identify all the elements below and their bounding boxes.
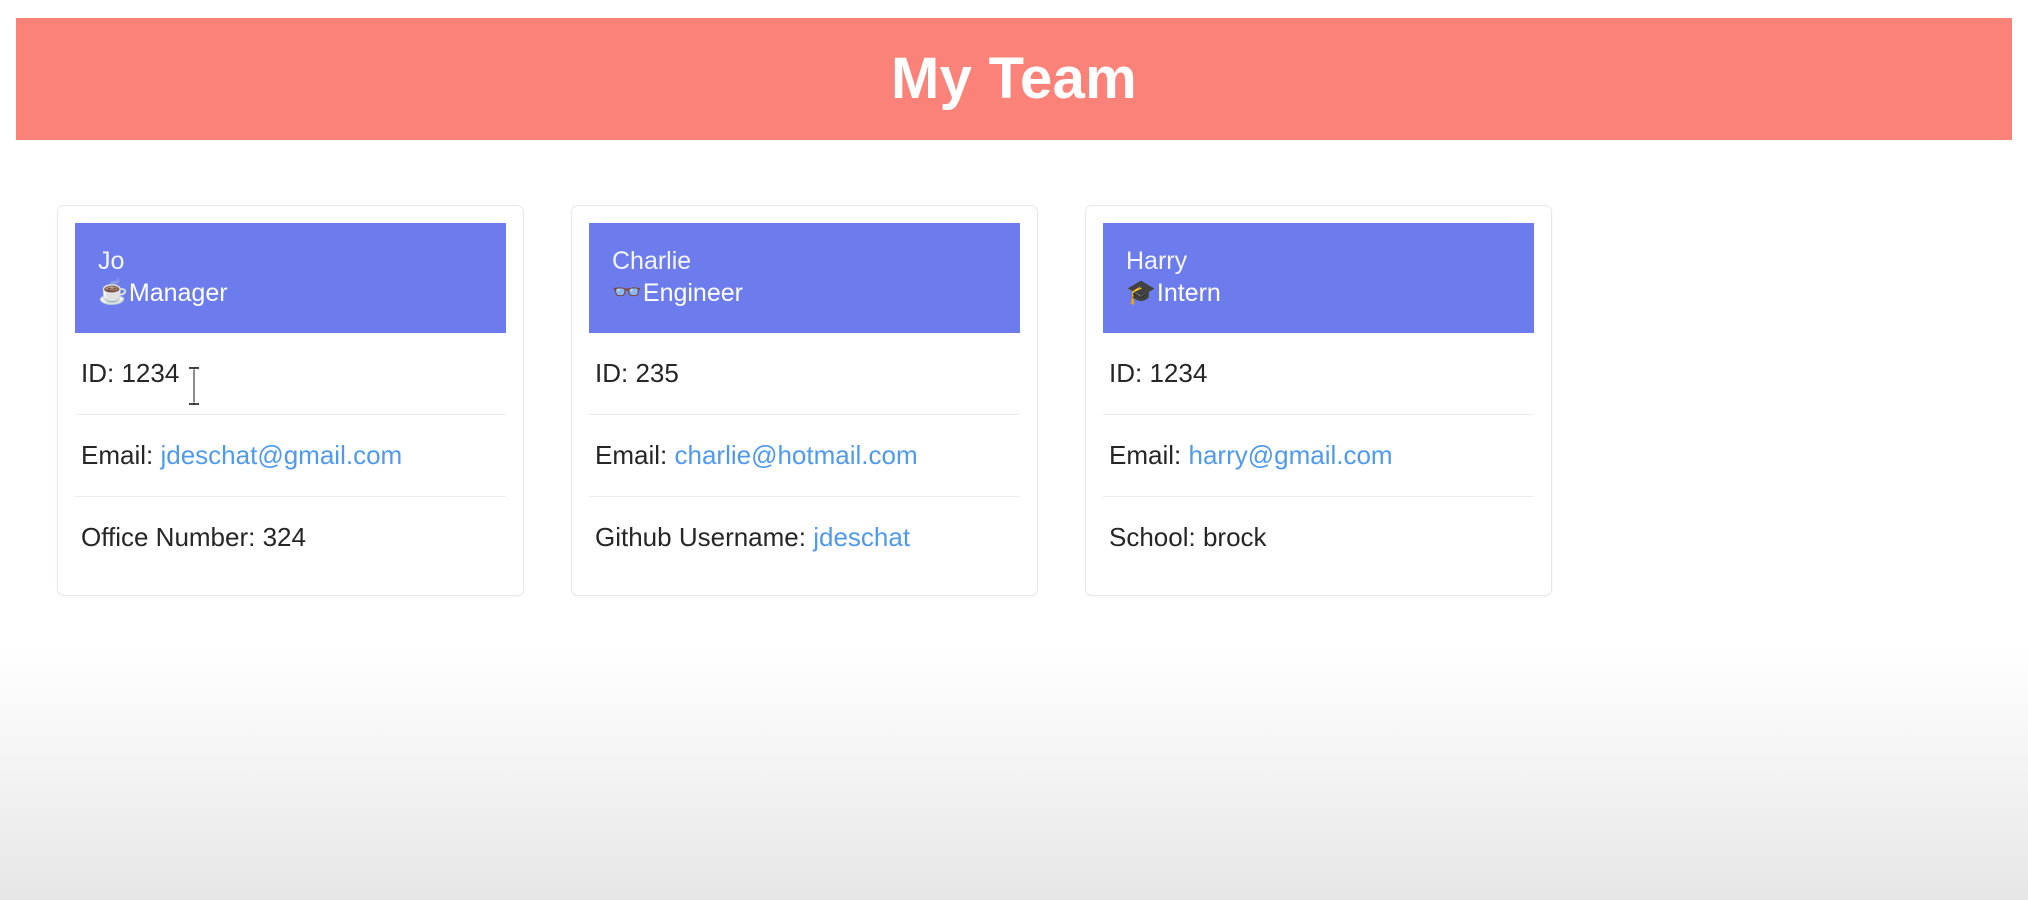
card-detail-row: Github Username: jdeschat [589, 495, 1020, 578]
card-detail-row: Office Number: 324 [75, 495, 506, 578]
detail-label: School: [1109, 521, 1196, 552]
detail-label: Email: [81, 439, 154, 470]
detail-value-link[interactable]: charlie@hotmail.com [674, 440, 917, 470]
card-body: ID: 235 Email: charlie@hotmail.com Github … [589, 333, 1020, 578]
coffee-cup-icon: ☕ [98, 279, 128, 306]
detail-value-link[interactable]: jdeschat@gmail.com [160, 440, 402, 470]
team-card: Harry 🎓 Intern ID: 1234 Email: harry@gmail.c… [1085, 205, 1552, 596]
eyeglasses-icon: 👓 [612, 279, 642, 306]
detail-value-link[interactable]: harry@gmail.com [1188, 440, 1392, 470]
detail-value: 1234 [1149, 358, 1208, 388]
card-header: Charlie 👓 Engineer [589, 223, 1020, 333]
card-detail-row: School: brock [1103, 495, 1534, 578]
detail-label: Github Username: [595, 521, 806, 552]
detail-label: ID: [81, 358, 115, 388]
card-detail-row: Email: jdeschat@gmail.com [75, 413, 506, 496]
card-detail-row: ID: 1234 [75, 333, 506, 414]
member-role: 👓 Engineer [612, 277, 997, 309]
card-detail-row: Email: harry@gmail.com [1103, 413, 1534, 496]
page-header-banner: My Team [16, 18, 2012, 140]
team-card: Jo ☕ Manager ID: 1234 Email: jdeschat@gmail.… [57, 205, 524, 596]
card-detail-row: ID: 235 [589, 333, 1020, 414]
page-background-gradient [0, 645, 2028, 900]
detail-value: brock [1202, 521, 1267, 552]
member-role-label: Intern [1156, 279, 1221, 307]
card-body: ID: 1234 Email: jdeschat@gmail.com Office … [75, 333, 506, 578]
detail-label: Email: [595, 439, 668, 470]
graduation-cap-icon: 🎓 [1126, 279, 1156, 306]
member-role: ☕ Manager [98, 277, 483, 309]
detail-value: 235 [635, 358, 679, 388]
team-cards-container: Jo ☕ Manager ID: 1234 Email: jdeschat@gmail.… [57, 205, 1552, 596]
card-body: ID: 1234 Email: harry@gmail.com School: br… [1103, 333, 1534, 578]
card-header: Jo ☕ Manager [75, 223, 506, 333]
card-detail-row: Email: charlie@hotmail.com [589, 413, 1020, 496]
detail-label: Office Number: [81, 521, 256, 552]
detail-value: 324 [262, 521, 306, 552]
card-header: Harry 🎓 Intern [1103, 223, 1534, 333]
card-detail-row: ID: 1234 [1103, 333, 1534, 414]
detail-label: ID: [595, 358, 629, 388]
detail-label: ID: [1109, 358, 1143, 388]
detail-label: Email: [1109, 439, 1182, 470]
member-role: 🎓 Intern [1126, 277, 1511, 309]
team-card: Charlie 👓 Engineer ID: 235 Email: charlie@ho… [571, 205, 1038, 596]
page-title: My Team [891, 46, 1137, 111]
member-name: Charlie [612, 247, 692, 275]
member-role-label: Manager [128, 279, 228, 307]
member-role-label: Engineer [642, 279, 743, 307]
member-name: Harry [1126, 247, 1188, 275]
member-name: Jo [98, 247, 125, 275]
detail-value-link[interactable]: jdeschat [813, 522, 910, 552]
detail-value: 1234 [121, 358, 180, 388]
